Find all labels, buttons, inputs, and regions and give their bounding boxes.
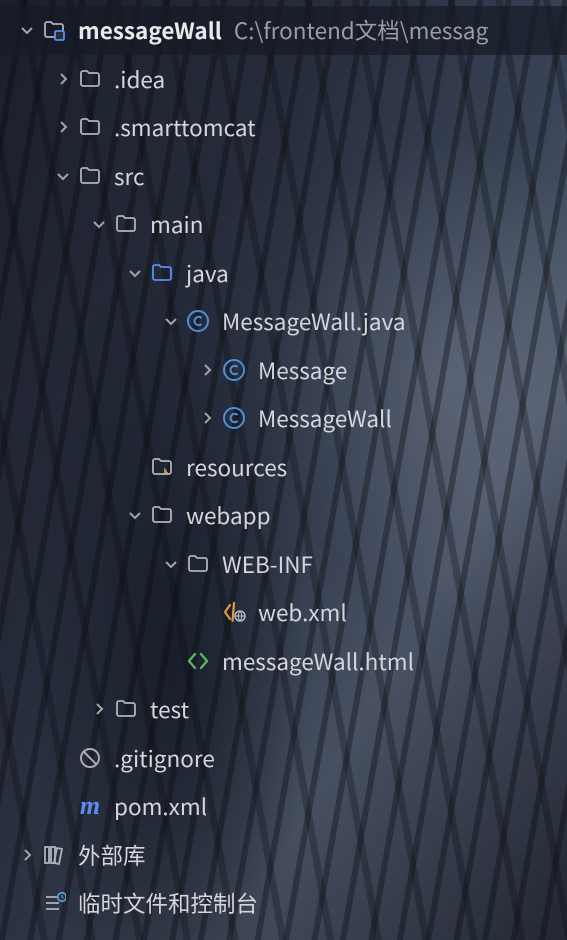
tree-label: MessageWall (258, 407, 392, 430)
tree-row-test[interactable]: test (0, 685, 567, 734)
tree-row-smarttomcat[interactable]: .smarttomcat (0, 103, 567, 152)
folder-icon (76, 113, 104, 141)
folder-icon (76, 162, 104, 190)
webxml-icon (220, 598, 248, 626)
tree-label: src (114, 165, 145, 188)
folder-icon (184, 550, 212, 578)
chevron-down-icon (50, 168, 76, 184)
tree-label: java (186, 262, 229, 285)
tree-label: 外部库 (78, 844, 146, 867)
tree-label: Message (258, 359, 347, 382)
tree-row-scratches[interactable]: 临时文件和控制台 (0, 879, 567, 928)
tree-row-main[interactable]: main (0, 200, 567, 249)
java-class-icon (220, 356, 248, 384)
html-file-icon (184, 647, 212, 675)
chevron-right-icon (194, 410, 220, 426)
chevron-right-icon (86, 701, 112, 717)
chevron-down-icon (86, 216, 112, 232)
tree-row-messagewall-html[interactable]: messageWall.html (0, 637, 567, 686)
tree-label: 临时文件和控制台 (78, 892, 258, 915)
tree-row-message-class[interactable]: Message (0, 346, 567, 395)
tree-label: MessageWall.java (222, 310, 406, 333)
gitignore-icon (76, 744, 104, 772)
scratches-icon (40, 889, 68, 917)
tree-label: messageWall.html (222, 650, 414, 673)
chevron-right-icon (14, 847, 40, 863)
folder-icon (112, 695, 140, 723)
java-class-icon (220, 404, 248, 432)
folder-icon (76, 65, 104, 93)
project-name: messageWall (78, 19, 222, 42)
project-path: C:\frontend文档\messag (234, 19, 488, 42)
chevron-right-icon (50, 119, 76, 135)
tree-label: main (150, 213, 203, 236)
library-icon (40, 841, 68, 869)
tree-row-src[interactable]: src (0, 152, 567, 201)
tree-label: resources (186, 456, 287, 479)
tree-label: web.xml (258, 601, 347, 624)
chevron-down-icon (122, 507, 148, 523)
tree-label: pom.xml (114, 795, 207, 818)
chevron-right-icon (50, 71, 76, 87)
tree-label: test (150, 698, 189, 721)
folder-icon (148, 501, 176, 529)
tree-label: webapp (186, 504, 271, 527)
tree-row-pomxml[interactable]: m pom.xml (0, 782, 567, 831)
chevron-down-icon (122, 265, 148, 281)
chevron-down-icon (158, 313, 184, 329)
tree-row-resources[interactable]: resources (0, 443, 567, 492)
resources-folder-icon (148, 453, 176, 481)
source-folder-icon (148, 259, 176, 287)
tree-label: WEB-INF (222, 553, 313, 576)
chevron-down-icon (158, 556, 184, 572)
tree-label: .smarttomcat (114, 116, 256, 139)
tree-row-messagewall-java[interactable]: MessageWall.java (0, 297, 567, 346)
module-folder-icon (40, 16, 68, 44)
tree-row-project-root[interactable]: messageWall C:\frontend文档\messag (0, 6, 567, 55)
folder-icon (112, 210, 140, 238)
tree-row-webxml[interactable]: web.xml (0, 588, 567, 637)
tree-row-idea[interactable]: .idea (0, 55, 567, 104)
tree-row-external-libraries[interactable]: 外部库 (0, 831, 567, 880)
tree-row-messagewall-class[interactable]: MessageWall (0, 394, 567, 443)
tree-row-gitignore[interactable]: .gitignore (0, 734, 567, 783)
maven-icon: m (76, 792, 104, 820)
project-tree: messageWall C:\frontend文档\messag .idea .… (0, 0, 567, 928)
java-class-icon (184, 307, 212, 335)
tree-label: .idea (114, 68, 165, 91)
tree-row-webapp[interactable]: webapp (0, 491, 567, 540)
tree-row-webinf[interactable]: WEB-INF (0, 540, 567, 589)
chevron-down-icon (14, 22, 40, 38)
chevron-right-icon (194, 362, 220, 378)
tree-row-java[interactable]: java (0, 249, 567, 298)
tree-label: .gitignore (114, 747, 215, 770)
